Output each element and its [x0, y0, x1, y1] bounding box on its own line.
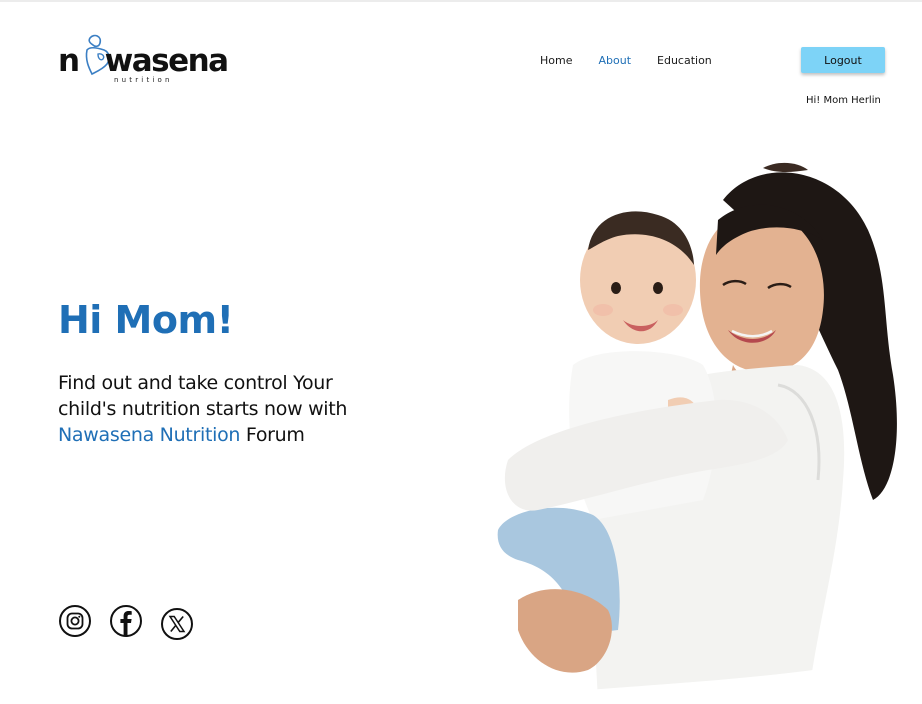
hero-title: Hi Mom! [58, 298, 234, 342]
main-nav: Home About Education [540, 54, 738, 67]
mother-baby-photo [488, 162, 898, 700]
user-greeting: Hi! Mom Herlin [806, 95, 881, 106]
logout-button[interactable]: Logout [801, 47, 885, 73]
nav-education[interactable]: Education [657, 54, 712, 67]
nav-about[interactable]: About [598, 54, 631, 67]
nawasena-logo[interactable]: n wasena nutrition [58, 34, 244, 86]
logo-tagline: nutrition [114, 76, 173, 84]
x-icon[interactable] [160, 607, 194, 641]
instagram-icon[interactable] [58, 604, 92, 638]
hero-brand-highlight: Nawasena Nutrition [58, 424, 241, 446]
hero-description: Find out and take control Your child's n… [58, 370, 388, 448]
hero-text-part1: Find out and take control Your child's n… [58, 372, 348, 420]
nav-home[interactable]: Home [540, 54, 572, 67]
hero-text-part2: Forum [240, 424, 305, 446]
logo-wordmark: n wasena [58, 43, 230, 79]
facebook-icon[interactable] [109, 604, 143, 638]
logo-letters-wasena: wasena [104, 43, 230, 79]
logo-letter-n: n [58, 43, 80, 79]
top-divider [0, 0, 922, 2]
